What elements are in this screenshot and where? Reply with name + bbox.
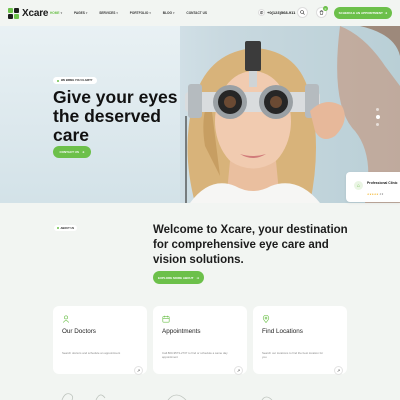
- eyebrow-label: About us: [60, 226, 75, 230]
- schedule-appointment-button[interactable]: Schedule an appointment ➔: [334, 7, 392, 19]
- cart-button[interactable]: 0: [316, 6, 328, 18]
- nav-label: Services: [99, 11, 116, 15]
- nav-item-home[interactable]: Home ▾: [50, 11, 62, 15]
- doctor-icon: [62, 315, 70, 323]
- hero-badge-label: We bring you clarity: [61, 79, 93, 82]
- card-title: Our Doctors: [62, 328, 96, 335]
- clinic-title: Professional Clinic: [367, 181, 398, 185]
- eyebrow-dot-icon: [57, 227, 59, 229]
- arrow-right-icon: ➔: [384, 11, 388, 15]
- nav-item-services[interactable]: Services ▾: [99, 11, 117, 15]
- slider-dot[interactable]: [376, 123, 379, 126]
- appointment-label: Schedule an appointment: [338, 11, 383, 15]
- chevron-down-icon: ▾: [116, 11, 118, 15]
- arrow-right-icon: ➔: [196, 275, 200, 280]
- chevron-down-icon: ▾: [149, 11, 151, 15]
- slider-dot-active[interactable]: [375, 115, 380, 119]
- explore-label: Explore more about: [157, 275, 194, 280]
- nav-item-contact[interactable]: Contact us: [186, 11, 207, 15]
- main-nav: Home ▾ Pages ▾ Services ▾ Portfolio ▾ Blog ▾ …: [50, 11, 219, 15]
- logo[interactable]: Xcare: [8, 8, 48, 19]
- phone-number: +0(123)568-911: [267, 10, 296, 15]
- nav-item-pages[interactable]: Pages ▾: [74, 11, 87, 15]
- clinic-rating: ★★★★★ 4.9: [367, 193, 383, 196]
- slider-dot[interactable]: [376, 108, 379, 111]
- nav-label: Contact us: [186, 11, 208, 15]
- location-icon: [262, 315, 270, 323]
- about-eyebrow: About us: [54, 225, 78, 231]
- hero-badge: We bring you clarity: [53, 77, 97, 84]
- card-title: Find Locations: [262, 328, 303, 335]
- hero-title: Give your eyes the deserved care: [53, 87, 178, 145]
- professional-clinic-card: ⌂ Professional Clinic ★★★★★ 4.9: [346, 172, 400, 202]
- about-headline: Welcome to Xcare, your destination for c…: [153, 224, 348, 266]
- nav-item-blog[interactable]: Blog ▾: [163, 11, 175, 15]
- service-card-doctors[interactable]: Our Doctors Search doctors and schedule …: [53, 306, 147, 375]
- chevron-down-icon: ▾: [60, 11, 62, 15]
- arrow-up-right-icon[interactable]: ↗: [134, 366, 143, 375]
- chevron-down-icon: ▾: [85, 11, 88, 15]
- phone-icon: ✆: [258, 9, 265, 16]
- arrow-up-right-icon[interactable]: ↗: [234, 366, 243, 375]
- hero-banner: We bring you clarity Give your eyes the …: [0, 26, 400, 203]
- hero-contact-button[interactable]: Contact us ➔: [53, 146, 91, 158]
- service-card-locations[interactable]: Find Locations Search our locations to f…: [253, 306, 347, 375]
- chevron-down-icon: ▾: [172, 11, 175, 15]
- rating-value: 4.9: [379, 193, 384, 196]
- card-text: Call 800-9573-2737 to find or schedule a…: [162, 351, 228, 359]
- nav-label: Portfolio: [129, 11, 149, 15]
- logo-text: Xcare: [22, 8, 49, 19]
- phone-link[interactable]: ✆ +0(123)568-911: [258, 9, 295, 16]
- card-text: Search our locations to find the best lo…: [262, 351, 324, 359]
- card-title: Appointments: [162, 328, 201, 335]
- arrow-right-icon: ➔: [81, 150, 85, 154]
- cart-icon: [319, 10, 324, 15]
- slider-pagination: [375, 108, 380, 126]
- card-text: Search doctors and schedule an appointme…: [62, 351, 121, 355]
- badge-dot-icon: [57, 79, 59, 82]
- cart-count-badge: 0: [323, 6, 328, 11]
- explore-more-button[interactable]: Explore more about ➔: [153, 271, 204, 284]
- bottom-decorative-outlines: [61, 393, 273, 400]
- nav-label: Pages: [73, 11, 85, 15]
- calendar-icon: [162, 315, 170, 323]
- search-icon: [300, 10, 305, 15]
- search-button[interactable]: [297, 7, 308, 18]
- nav-label: Blog: [162, 11, 172, 15]
- hero-button-label: Contact us: [59, 150, 79, 154]
- nav-label: Home: [50, 11, 60, 15]
- site-header: Xcare Home ▾ Pages ▾ Services ▾ Portfolio ▾ …: [0, 0, 400, 26]
- nav-item-portfolio[interactable]: Portfolio ▾: [130, 11, 151, 15]
- clinic-icon: ⌂: [354, 181, 363, 190]
- logo-mark-icon: [8, 8, 19, 19]
- arrow-up-right-icon[interactable]: ↗: [334, 366, 343, 375]
- service-card-appointments[interactable]: Appointments Call 800-9573-2737 to find …: [153, 306, 247, 375]
- rating-stars: ★★★★★: [367, 193, 379, 196]
